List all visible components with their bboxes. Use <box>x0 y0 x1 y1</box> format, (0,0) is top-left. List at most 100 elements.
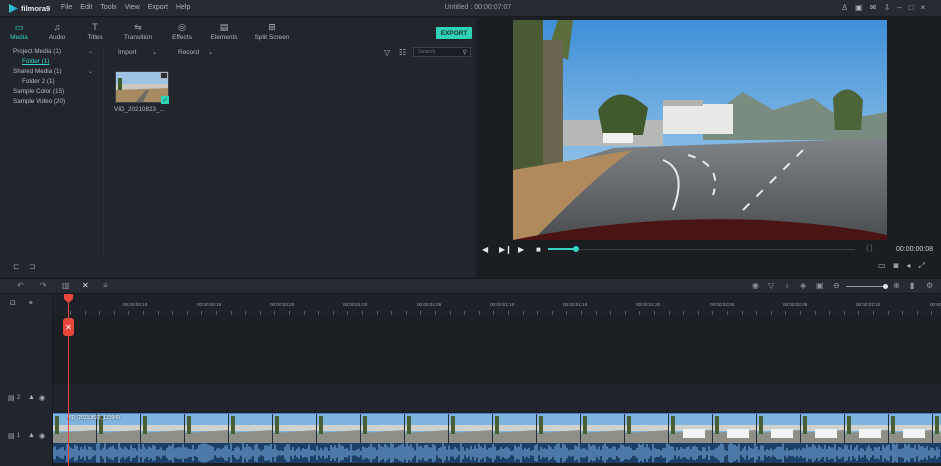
menu-view[interactable]: View <box>125 4 140 11</box>
stop-icon[interactable]: ■ <box>536 245 541 254</box>
clip-frame <box>581 414 625 443</box>
render-icon[interactable]: ◉ <box>752 281 759 290</box>
maximize-icon[interactable]: □ <box>909 3 914 12</box>
new-folder-icon[interactable]: ⊏ <box>13 262 20 271</box>
clip-frame <box>317 414 361 443</box>
playhead-cut-marker[interactable]: ✕ <box>63 318 74 336</box>
clip-frame <box>889 414 933 443</box>
audio-waveform[interactable] <box>53 443 941 463</box>
tree-item-project-media[interactable]: Project Media (1) <box>13 48 61 55</box>
eye-icon[interactable]: ◉ <box>39 394 45 402</box>
fullscreen-icon[interactable]: ⤢ <box>918 261 924 271</box>
tab-label: Titles <box>87 34 103 41</box>
grid-view-icon[interactable]: ☷ <box>399 48 406 57</box>
play-pause-icon[interactable]: ▶❙ <box>499 245 512 254</box>
chevron-down-icon[interactable]: ⌄ <box>208 49 213 56</box>
previous-frame-icon[interactable]: ◀ <box>482 245 488 254</box>
add-track-icon[interactable]: ⊡ <box>10 299 16 307</box>
zoom-slider-handle[interactable] <box>883 284 888 289</box>
tree-item-sample-video[interactable]: Sample Video (20) <box>13 98 65 105</box>
video-track-icon: ▤ <box>8 433 15 440</box>
ruler-tick <box>698 311 699 315</box>
tab-label: Audio <box>48 34 66 41</box>
menu-file[interactable]: File <box>61 4 72 11</box>
video-clip[interactable]: VID_20210823_133949 <box>53 413 941 443</box>
menu-edit[interactable]: Edit <box>80 4 92 11</box>
ruler-tick <box>318 311 319 315</box>
adjust-icon[interactable]: ≡ <box>103 281 108 290</box>
user-icon[interactable]: ♙ <box>841 3 848 12</box>
tree-item-shared-media[interactable]: Shared Media (1) <box>13 68 62 75</box>
track-2-lane[interactable] <box>53 384 941 412</box>
menu-export[interactable]: Export <box>148 4 168 11</box>
volume-icon[interactable]: ◂ <box>906 261 910 271</box>
lock-icon[interactable]: ▲ <box>28 432 35 439</box>
cut-icon[interactable]: ✕ <box>82 281 89 290</box>
zoom-slider[interactable] <box>846 286 886 287</box>
camera-icon[interactable]: ◙ <box>894 261 899 271</box>
ruler-tick-label: 00:00:01:15 <box>563 302 588 307</box>
scrubber-handle[interactable] <box>573 246 579 252</box>
tree-item-sample-color[interactable]: Sample Color (15) <box>13 88 64 95</box>
chevron-down-icon[interactable]: ⌄ <box>152 49 157 56</box>
play-icon[interactable]: ▶ <box>518 245 524 254</box>
document-title: Untitled : 00:00:07:07 <box>444 4 512 11</box>
tab-transition[interactable]: ⇋ Transition <box>114 18 162 46</box>
storyboard-icon[interactable]: ▮ <box>910 281 914 290</box>
undo-icon[interactable]: ↶ <box>17 281 24 290</box>
settings-icon[interactable]: ⚙ <box>926 281 933 290</box>
minimize-icon[interactable]: – <box>897 3 901 12</box>
lock-icon[interactable]: ▲ <box>28 394 35 401</box>
microphone-icon[interactable]: ♁ <box>784 281 790 290</box>
preview-scrubber[interactable] <box>548 249 855 250</box>
clip-frame <box>537 414 581 443</box>
eye-icon[interactable]: ◉ <box>39 432 45 440</box>
clip-label: VID_20210823_133949 <box>67 415 120 421</box>
menu-bar: File Edit Tools View Export Help <box>61 4 190 11</box>
clip-frame <box>933 414 941 443</box>
tree-item-folder[interactable]: Folder (1) <box>22 58 49 65</box>
clip-frame <box>845 414 889 443</box>
export-button[interactable]: EXPORT <box>436 27 472 39</box>
chevron-down-icon[interactable]: ⌄ <box>88 48 93 55</box>
clip-frame <box>493 414 537 443</box>
delete-icon[interactable]: ▥ <box>62 281 70 290</box>
zoom-in-icon[interactable]: ⊕ <box>893 281 900 290</box>
folder-icon[interactable]: ⊐ <box>29 262 36 271</box>
menu-help[interactable]: Help <box>176 4 190 11</box>
tab-audio[interactable]: ♫ Audio <box>38 18 76 46</box>
bracket-icon[interactable]: { } <box>866 245 873 252</box>
mail-icon[interactable]: ✉ <box>870 3 877 12</box>
voiceover-icon[interactable]: ◈ <box>800 281 806 290</box>
ruler-tick <box>537 311 538 315</box>
filter-icon[interactable]: ▽ <box>384 48 390 57</box>
tree-item-folder-2[interactable]: Folder 2 (1) <box>22 78 55 85</box>
tab-titles[interactable]: T Titles <box>76 18 114 46</box>
chevron-down-icon[interactable]: ⌄ <box>88 68 93 75</box>
close-icon[interactable]: × <box>920 3 925 12</box>
save-icon[interactable]: ▣ <box>855 3 863 12</box>
monitor-icon[interactable]: ▭ <box>878 261 886 271</box>
snapshot-icon[interactable]: ▣ <box>816 281 824 290</box>
redo-icon[interactable]: ↷ <box>40 281 47 290</box>
tab-split-screen[interactable]: ⊞ Split Screen <box>246 18 298 46</box>
ruler-tick <box>800 311 801 315</box>
preview-timecode: 00:00:00:08 <box>896 246 933 253</box>
ruler-tick <box>815 311 816 315</box>
ruler-tick <box>552 311 553 315</box>
tab-effects[interactable]: ◎ Effects <box>162 18 202 46</box>
record-button[interactable]: Record <box>178 49 199 56</box>
ruler-tick <box>508 311 509 315</box>
menu-tools[interactable]: Tools <box>100 4 116 11</box>
tab-media[interactable]: ▭ Media <box>0 18 38 46</box>
search-input[interactable]: Search ⚲ <box>413 47 471 57</box>
elements-icon: ▤ <box>219 22 229 32</box>
notification-icon[interactable]: ⇩ <box>883 3 890 12</box>
link-icon[interactable]: ⚭ <box>28 299 34 307</box>
tab-elements[interactable]: ▤ Elements <box>202 18 246 46</box>
import-button[interactable]: Import <box>118 49 136 56</box>
marker-icon[interactable]: ▽ <box>768 281 774 290</box>
media-folder-tree: Project Media (1) ⌄ Folder (1) Shared Me… <box>0 46 104 254</box>
zoom-out-icon[interactable]: ⊖ <box>833 281 840 290</box>
ruler-tick <box>245 311 246 315</box>
